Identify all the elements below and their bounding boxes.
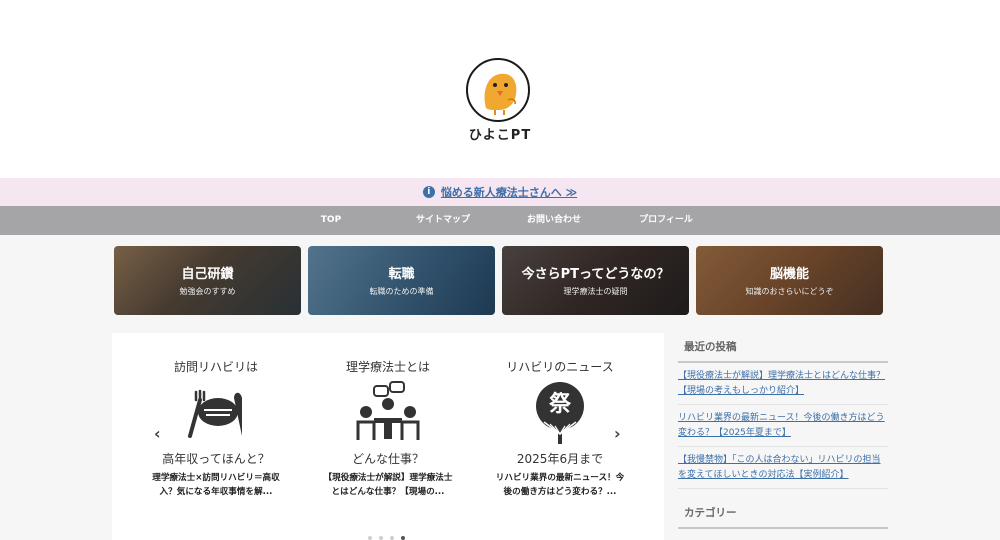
featured-carousel: 訪問リハビリは 高年収ってほんと？ 理学療法士×訪問リハビリ＝高収入？気になる年… — [112, 333, 664, 540]
site-header: ひよこPT — [0, 0, 1000, 178]
meeting-icon — [356, 381, 420, 440]
category-subtitle: 知識のおさらいにどうぞ — [745, 287, 834, 296]
info-icon: i — [422, 186, 435, 198]
carousel-dot[interactable] — [390, 536, 394, 540]
site-name[interactable]: ひよこPT — [0, 124, 1000, 143]
carousel-dots — [368, 536, 405, 540]
slide-heading: 訪問リハビリは — [173, 360, 258, 374]
chevron-left-icon[interactable]: ‹ — [154, 424, 161, 443]
recent-posts-heading: 最近の投稿 — [678, 333, 888, 363]
carousel-dot[interactable] — [379, 536, 383, 540]
global-nav: TOP サイトマップ お問い合わせ プロフィール — [0, 206, 1000, 235]
category-subtitle: 転職のための準備 — [369, 287, 434, 296]
chevron-right-icon[interactable]: › — [614, 424, 621, 443]
nav-item-top[interactable]: TOP — [292, 206, 370, 235]
recent-post-link[interactable]: 【現役療法士が解説】理学療法士とはどんな仕事？【現場の考えもしっかり紹介】 — [678, 363, 888, 405]
recent-post-link[interactable]: 【我慢禁物】「この人は合わない」リハビリの担当を変えてほしいときの対応法【実例紹… — [678, 447, 888, 489]
category-title: 脳機能 — [769, 267, 809, 282]
slide-title: リハビリ業界の最新ニュース！今後の働き方はどう変わる？... — [495, 473, 625, 497]
slide-heading: 理学療法士とは — [345, 360, 430, 374]
carousel-slide[interactable]: 訪問リハビリは 高年収ってほんと？ 理学療法士×訪問リハビリ＝高収入？気になる年… — [146, 356, 286, 516]
slide-title: 【現役療法士が解説】理学療法士とはどんな仕事？【現場の... — [323, 473, 453, 497]
category-card-brain-function[interactable]: 脳機能 知識のおさらいにどうぞ — [696, 246, 883, 315]
site-logo[interactable] — [466, 58, 530, 122]
chick-icon — [484, 73, 517, 115]
category-card-self-study[interactable]: 自己研鑽 勉強会のすすめ — [114, 246, 301, 315]
category-card-job-change[interactable]: 転職 転職のための準備 — [308, 246, 495, 315]
steak-icon — [188, 389, 242, 438]
nav-item-sitemap[interactable]: サイトマップ — [400, 206, 486, 235]
nav-item-contact[interactable]: お問い合わせ — [512, 206, 596, 235]
slide-tagline: どんな仕事？ — [351, 452, 424, 466]
slide-title: 理学療法士×訪問リハビリ＝高収入？気になる年収事情を解... — [152, 473, 280, 497]
carousel-slide[interactable]: 理学療法士とは どんな仕事？ 【現役療法士が解説】理学療法士とはどんな仕事？【現… — [318, 356, 458, 516]
category-subtitle: 理学療法士の疑問 — [563, 287, 628, 296]
sidebar: 最近の投稿 【現役療法士が解説】理学療法士とはどんな仕事？【現場の考えもしっかり… — [678, 333, 888, 529]
category-title: 転職 — [388, 267, 415, 282]
slide-tagline: 2025年6月まで — [516, 452, 604, 466]
category-title: 自己研鑽 — [181, 267, 234, 282]
carousel-dot-active[interactable] — [401, 536, 405, 540]
category-title: 今さらPTってどうなの？ — [521, 267, 670, 282]
nav-item-profile[interactable]: プロフィール — [624, 206, 708, 235]
carousel-dot[interactable] — [368, 536, 372, 540]
recent-post-link[interactable]: リハビリ業界の最新ニュース！今後の働き方はどう変わる？【2025年夏まで】 — [678, 405, 888, 447]
notice-link[interactable]: 悩める新人療法士さんへ ≫ — [441, 184, 577, 200]
category-heading: カテゴリー — [678, 499, 888, 529]
carousel-slide[interactable]: リハビリのニュース 祭 2025年6月まで リハビリ業界の最新ニュース！今後の働… — [490, 356, 630, 516]
fan-text: 祭 — [548, 392, 571, 417]
category-subtitle: 勉強会のすすめ — [179, 287, 236, 296]
category-card-pt-question[interactable]: 今さらPTってどうなの？ 理学療法士の疑問 — [502, 246, 689, 315]
slide-tagline: 高年収ってほんと？ — [162, 452, 270, 466]
slide-heading: リハビリのニュース — [506, 360, 614, 374]
notice-bar: i 悩める新人療法士さんへ ≫ — [0, 178, 1000, 206]
